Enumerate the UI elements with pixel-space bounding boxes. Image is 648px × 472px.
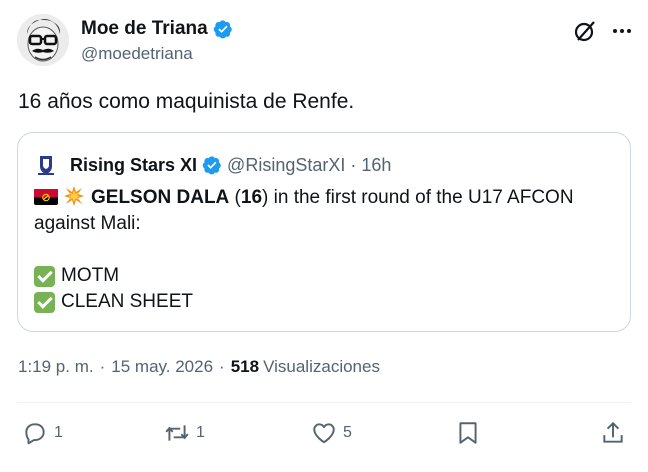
verified-badge-icon — [213, 20, 232, 39]
share-icon — [603, 421, 623, 443]
bookmark-button[interactable] — [455, 420, 487, 446]
check-mark-icon — [34, 291, 55, 313]
reply-icon — [25, 423, 45, 445]
tweet-time[interactable]: 1:19 p. m. — [18, 357, 94, 377]
heart-icon — [313, 423, 335, 444]
quote-line1-rest: ) in the first round of the U17 AFCON — [262, 187, 574, 208]
tweet-meta: 1:19 p. m. · 15 may. 2026 · 518 Visualiz… — [18, 357, 380, 377]
quote-check-2-text: CLEAN SHEET — [61, 291, 193, 312]
check-mark-icon — [34, 265, 55, 287]
quote-header: Rising Stars XI @RisingStarXI · 16h — [36, 153, 391, 177]
quote-number: 16 — [240, 187, 263, 208]
tweet-text: 16 años como maquinista de Renfe. — [18, 90, 355, 113]
quote-timestamp[interactable]: 16h — [361, 155, 391, 176]
like-button[interactable]: 5 — [311, 420, 352, 446]
avatar[interactable] — [17, 14, 69, 66]
views-count: 518 — [230, 357, 260, 376]
author-name[interactable]: Moe de Triana — [81, 18, 233, 40]
tweet-date[interactable]: 15 may. 2026 — [111, 357, 213, 377]
share-button[interactable] — [600, 420, 632, 446]
quote-line-1: GELSON DALA (16) in the first round of t… — [34, 185, 614, 211]
more-options-icon[interactable] — [611, 20, 633, 42]
divider — [17, 402, 631, 403]
quote-check-1-text: MOTM — [61, 265, 120, 286]
views-label: Visualizaciones — [263, 357, 380, 376]
quoted-tweet[interactable]: Rising Stars XI @RisingStarXI · 16h GELS… — [17, 132, 631, 332]
reply-count: 1 — [54, 424, 63, 441]
repost-count: 1 — [196, 424, 205, 441]
repost-icon — [165, 425, 189, 441]
quote-author-handle: @RisingStarXI — [227, 154, 346, 175]
quote-blank-line — [34, 237, 614, 263]
quote-line-2: against Mali: — [34, 213, 141, 234]
rising-stars-logo-icon[interactable] — [36, 154, 56, 176]
author-name-text[interactable]: Moe de Triana — [81, 18, 208, 40]
repost-button[interactable]: 1 — [164, 420, 205, 446]
quote-body: GELSON DALA (16) in the first round of t… — [34, 185, 614, 315]
verified-badge-icon — [202, 156, 221, 175]
bookmark-icon — [459, 422, 477, 444]
quote-separator: · — [350, 154, 357, 175]
reply-button[interactable]: 1 — [22, 420, 63, 446]
meta-separator: · — [219, 357, 225, 376]
tweet-header: Moe de Triana @moedetriana — [17, 14, 637, 70]
angola-flag-icon — [34, 188, 58, 205]
grok-icon[interactable] — [572, 18, 598, 44]
quote-check-2: CLEAN SHEET — [34, 289, 614, 315]
action-bar: 1 1 5 — [0, 420, 648, 452]
like-count: 5 — [343, 424, 352, 441]
quote-check-1: MOTM — [34, 263, 614, 289]
collision-icon — [64, 186, 84, 206]
quote-paren: ( — [229, 187, 241, 208]
meta-separator: · — [99, 357, 106, 376]
quote-bold-name: GELSON DALA — [91, 187, 230, 208]
author-handle[interactable]: @moedetriana — [81, 44, 193, 64]
quote-author-name[interactable]: Rising Stars XI — [70, 155, 197, 176]
